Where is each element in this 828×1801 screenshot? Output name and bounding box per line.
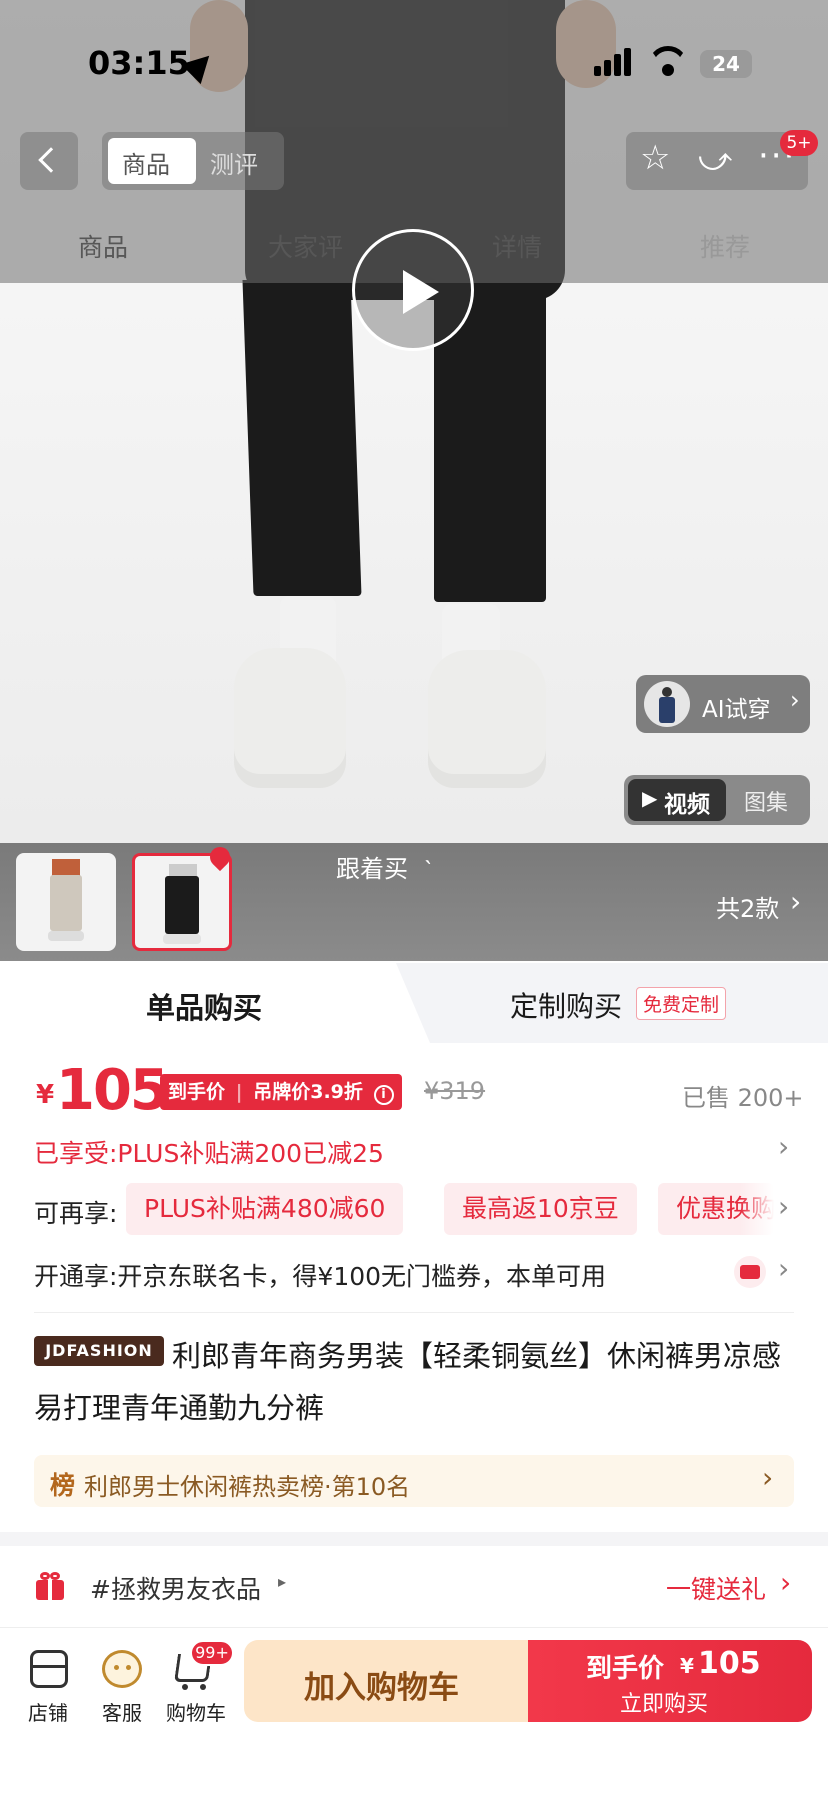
ranking-icon: 榜 <box>50 1471 76 1500</box>
buy-now-button[interactable]: 到手价 ¥ 105 立即购买 <box>528 1640 812 1722</box>
shop-icon <box>30 1650 68 1688</box>
ranking-banner[interactable]: 榜 利郎男士休闲裤热卖榜·第10名 › <box>34 1455 794 1507</box>
back-button[interactable] <box>20 132 78 190</box>
chevron-right-icon: › <box>790 686 800 714</box>
pants-left-leg <box>242 280 362 596</box>
promo-enjoyed[interactable]: 已享受:PLUS补贴满200已减25 <box>34 1134 384 1170</box>
favorite-star-icon[interactable]: ☆ <box>640 138 670 178</box>
style-selector: 跟着买 ˴ 共2款 › <box>0 842 828 961</box>
chevron-right-icon: › <box>762 1461 774 1494</box>
gift-action: 一键送礼 <box>666 1575 767 1604</box>
chevron-right-icon: › <box>790 885 802 918</box>
back-arrow-icon <box>38 147 64 173</box>
shop-label: 店铺 <box>28 1701 68 1725</box>
tab-recommend[interactable]: 推荐 <box>700 228 750 264</box>
free-custom-badge: 免费定制 <box>636 987 727 1020</box>
original-price: ¥319 <box>424 1077 486 1105</box>
chevron-right-icon: › <box>780 1566 792 1599</box>
tab-single-buy[interactable]: 单品购买 <box>0 963 420 1043</box>
cart-label: 购物车 <box>166 1701 226 1725</box>
style-thumb-grey[interactable] <box>16 853 116 951</box>
battery-icon: 24 <box>700 50 752 78</box>
media-switch: ▶ 视频 图集 <box>624 775 810 825</box>
play-small-icon: ▶ <box>642 786 658 810</box>
promo-chip-jingdou[interactable]: 最高返10京豆 <box>444 1183 637 1235</box>
segment-control: 商品 测评 <box>102 132 284 190</box>
ai-tryon-button[interactable]: AI试穿 › <box>636 675 810 733</box>
price-currency: ¥ <box>36 1080 55 1110</box>
buy-now-label: 立即购买 <box>620 1692 709 1717</box>
chip-fade <box>740 1183 774 1235</box>
add-to-cart-label: 加入购物车 <box>304 1670 459 1706</box>
ai-tryon-label: AI试穿 <box>702 697 771 723</box>
model-avatar <box>644 681 690 727</box>
chevron-right-icon: › <box>778 1252 790 1285</box>
gift-tag: #拯救男友衣品 <box>90 1575 261 1604</box>
chevron-right-icon: › <box>778 1190 790 1223</box>
follow-buy-arrow-icon: ˴ <box>424 845 432 873</box>
media-tab-video[interactable]: ▶ 视频 <box>628 779 726 821</box>
purchase-mode-tabs: 单品购买 定制购买 免费定制 <box>0 963 828 1043</box>
buy-price-value: 105 <box>698 1646 761 1681</box>
segment-review[interactable]: 测评 <box>210 145 258 180</box>
cellular-signal-icon <box>594 48 636 78</box>
price-value: 105 <box>56 1058 169 1123</box>
card-offer[interactable]: 开通享:开京东联名卡，得¥100无门槛券，本单可用 <box>34 1257 606 1293</box>
tab-custom-buy-label: 定制购买 <box>510 990 623 1023</box>
play-video-icon[interactable] <box>352 229 474 351</box>
media-tab-video-label: 视频 <box>664 792 710 818</box>
wifi-icon <box>648 46 688 78</box>
tab-details[interactable]: 详情 <box>492 228 542 264</box>
price-tag-discount: 吊牌价3.9折 <box>253 1081 363 1103</box>
credit-card-icon <box>734 1256 766 1288</box>
customer-service-icon <box>102 1650 142 1688</box>
message-badge: 5+ <box>780 130 818 156</box>
tab-product[interactable]: 商品 <box>78 228 128 264</box>
tab-single-buy-label: 单品购买 <box>146 991 263 1025</box>
buy-price-currency: ¥ <box>680 1654 694 1678</box>
media-tab-gallery[interactable]: 图集 <box>744 785 788 817</box>
right-shoe <box>428 650 546 788</box>
ranking-text: 利郎男士休闲裤热卖榜·第10名 <box>84 1473 411 1501</box>
chevron-right-icon: › <box>778 1130 790 1163</box>
info-icon: i <box>373 1085 394 1105</box>
left-shoe <box>234 648 346 788</box>
price-tag-main: 到手价 <box>168 1081 226 1103</box>
status-time: 03:15 <box>88 44 190 82</box>
promo-more-label: 可再享: <box>34 1199 118 1228</box>
follow-buy-label[interactable]: 跟着买 <box>336 849 408 884</box>
promo-chip-plus[interactable]: PLUS补贴满480减60 <box>126 1183 404 1235</box>
buy-price-label: 到手价 <box>586 1654 665 1684</box>
share-icon[interactable]: ⤻ <box>698 140 732 179</box>
tab-custom-buy[interactable]: 定制购买 免费定制 <box>396 963 828 1043</box>
add-to-cart-button[interactable]: 加入购物车 <box>244 1640 530 1722</box>
segment-product[interactable]: 商品 <box>122 145 170 180</box>
cart-badge: 99+ <box>190 1640 234 1666</box>
gift-icon <box>36 1572 64 1600</box>
gift-row[interactable]: #拯救男友衣品 ▸ 一键送礼 › <box>0 1546 828 1626</box>
product-title: 利郎青年商务男装【轻柔铜氨丝】休闲裤男凉感易打理青年通勤九分裤 <box>34 1339 782 1425</box>
caret-right-icon: ▸ <box>278 1572 287 1591</box>
tab-reviews[interactable]: 大家评 <box>268 228 343 264</box>
service-label: 客服 <box>102 1701 142 1725</box>
divider <box>34 1312 794 1313</box>
product-hero-image[interactable]: 03:15 24 商品 测评 ☆ ⤻ ··· 5+ 商品 大家评 详情 推荐 A… <box>0 0 828 843</box>
styles-count[interactable]: 共2款 <box>716 889 779 924</box>
section-gap <box>0 1532 828 1546</box>
price-tag[interactable]: 到手价 | 吊牌价3.9折 i <box>160 1074 402 1110</box>
sold-count: 已售 200+ <box>682 1084 804 1112</box>
